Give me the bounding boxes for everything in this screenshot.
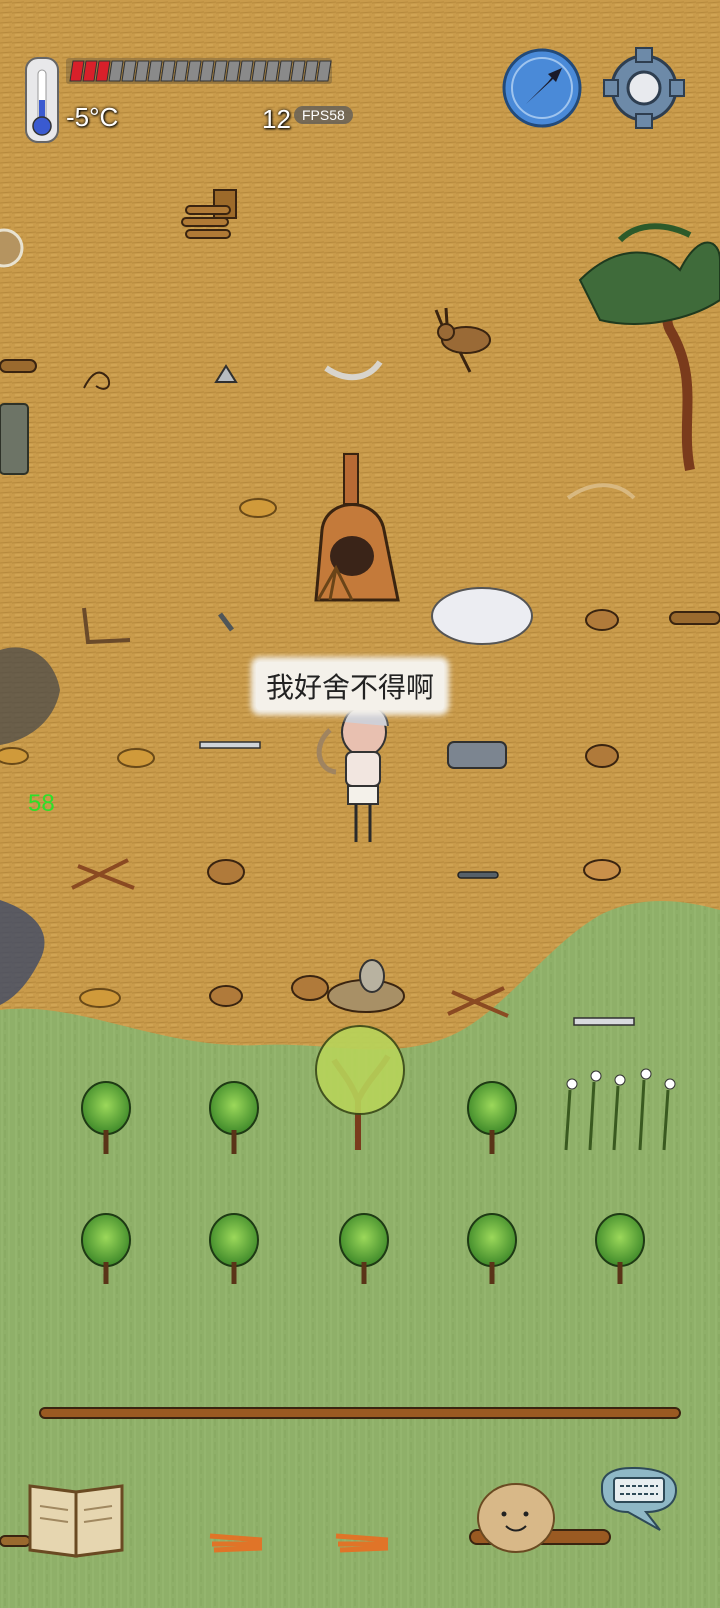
plowed-row[interactable] (39, 1407, 681, 1419)
temperature-readout: -5°C (66, 102, 119, 132)
log-right[interactable] (669, 611, 720, 625)
flat-stone-stack[interactable] (447, 741, 507, 769)
food-pip-empty (147, 60, 163, 82)
dirt-pile-2[interactable] (117, 748, 155, 768)
age-counter: 12 (262, 104, 291, 134)
food-pip-filled (82, 60, 98, 82)
carrot-bunch[interactable] (209, 1533, 263, 1553)
food-pip-empty (238, 60, 254, 82)
bowl-of-berries[interactable] (207, 859, 245, 885)
food-pip-empty (251, 60, 267, 82)
game-scene[interactable] (0, 0, 720, 1608)
wool-fleece[interactable] (431, 587, 533, 645)
food-pip-empty (186, 60, 202, 82)
compass-icon[interactable] (502, 48, 582, 128)
stacked-plates[interactable] (583, 859, 621, 881)
basket[interactable] (291, 975, 329, 1001)
bowl-of-gooseberries[interactable] (585, 744, 619, 768)
food-pip-empty (277, 60, 293, 82)
knife[interactable] (457, 871, 499, 879)
food-pip-empty (225, 60, 241, 82)
debug-fps-counter: 58 (28, 790, 55, 817)
food-pip-empty (316, 60, 332, 82)
food-pip-empty (303, 60, 319, 82)
food-pip-empty (199, 60, 215, 82)
steel-blade[interactable] (199, 741, 261, 749)
dirt-pile-left[interactable] (0, 747, 29, 765)
food-pip-empty (173, 60, 189, 82)
food-pip-empty (160, 60, 176, 82)
food-pip-empty (134, 60, 150, 82)
food-pip-empty (264, 60, 280, 82)
book-icon[interactable] (28, 1484, 124, 1558)
stone-well[interactable] (0, 403, 29, 475)
saw-blade[interactable] (573, 1017, 635, 1026)
clay-bowl[interactable] (585, 609, 619, 631)
bowl-of-mixed-berries[interactable] (209, 985, 243, 1007)
offscreen-player-marker[interactable] (0, 228, 24, 268)
log-bottom-left[interactable] (0, 1535, 31, 1547)
dirt-pile-3[interactable] (79, 988, 121, 1008)
food-pip-empty (290, 60, 306, 82)
food-pip-empty (121, 60, 137, 82)
food-meter (66, 58, 332, 84)
thermometer-icon (25, 57, 59, 143)
food-pip-filled (69, 60, 85, 82)
log[interactable] (0, 359, 37, 373)
speech-bubble: 我好舍不得啊 (256, 662, 445, 710)
food-pip-filled (95, 60, 111, 82)
carrot-bunch[interactable] (335, 1533, 389, 1553)
food-pip-empty (212, 60, 228, 82)
food-pip-empty (108, 60, 124, 82)
dirt-pile[interactable] (239, 498, 277, 518)
potato-face-icon[interactable] (477, 1483, 555, 1553)
fps-badge: FPS58 (294, 106, 353, 124)
